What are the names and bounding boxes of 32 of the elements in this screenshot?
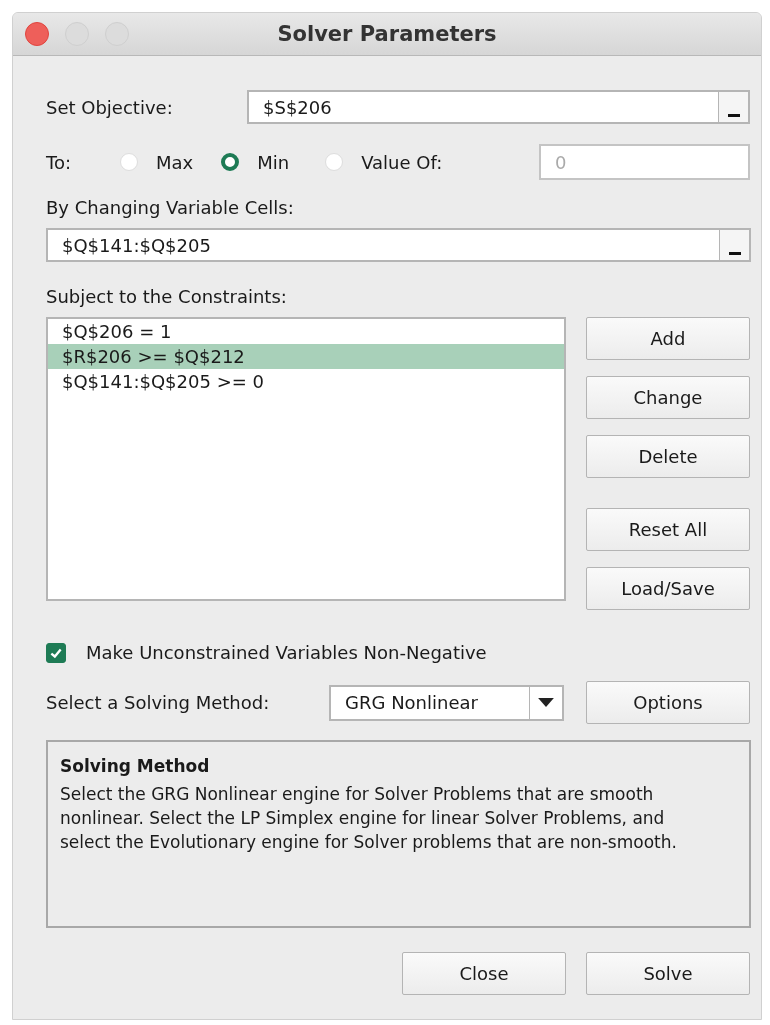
field-label: Set Objective: <box>46 96 174 118</box>
constraint-button[interactable]: Delete <box>586 435 750 478</box>
field-label: Select a Solving Method: <box>46 692 271 713</box>
solving-method-dropdown[interactable]: GRG Nonlinear <box>329 684 564 721</box>
radio-label[interactable]: Value Of: <box>361 151 443 173</box>
constraint-button[interactable]: Add <box>586 317 750 360</box>
field-label: To: <box>46 151 72 173</box>
description-text: Select the GRG Nonlinear engine for Solver Problems that are smooth nonlinear. Select the LP Simplex engine for linear Solver Problems, and select the Evolutionary engine for Solver problems that are non-smooth. <box>60 783 678 854</box>
dropdown-arrow-icon <box>538 698 554 707</box>
constraint-button[interactable]: Reset All <box>586 508 750 551</box>
dialog-button[interactable]: Close <box>402 952 566 995</box>
constraint-item[interactable]: $Q$141:$Q$205 >= 0 <box>48 369 564 394</box>
dialog-button[interactable]: Solve <box>586 952 750 995</box>
constraint-button[interactable]: Change <box>586 376 750 419</box>
radio-button[interactable] <box>221 153 240 171</box>
range-picker-icon[interactable] <box>718 92 748 122</box>
variable-cells-field[interactable]: $Q$141:$Q$205 <box>46 228 751 262</box>
range-picker-icon[interactable] <box>719 230 749 260</box>
constraint-item[interactable]: $R$206 >= $Q$212 <box>48 344 564 369</box>
close-icon[interactable] <box>25 22 49 46</box>
objective-field[interactable]: $S$206 <box>247 90 750 124</box>
field-label: By Changing Variable Cells: <box>46 197 295 218</box>
radio-label[interactable]: Min <box>257 151 290 173</box>
description-title: Solving Method <box>60 756 211 776</box>
constraint-item[interactable]: $Q$206 = 1 <box>48 319 564 344</box>
checkbox-label[interactable]: Make Unconstrained Variables Non-Negative <box>86 642 487 663</box>
window-title: Solver Parameters <box>277 22 497 46</box>
field-label: Subject to the Constraints: <box>46 286 288 307</box>
constraint-button[interactable]: Load/Save <box>586 567 750 610</box>
checkbox[interactable] <box>46 642 66 663</box>
radio-label[interactable]: Max <box>156 151 194 173</box>
options-button[interactable]: Options <box>586 681 750 724</box>
